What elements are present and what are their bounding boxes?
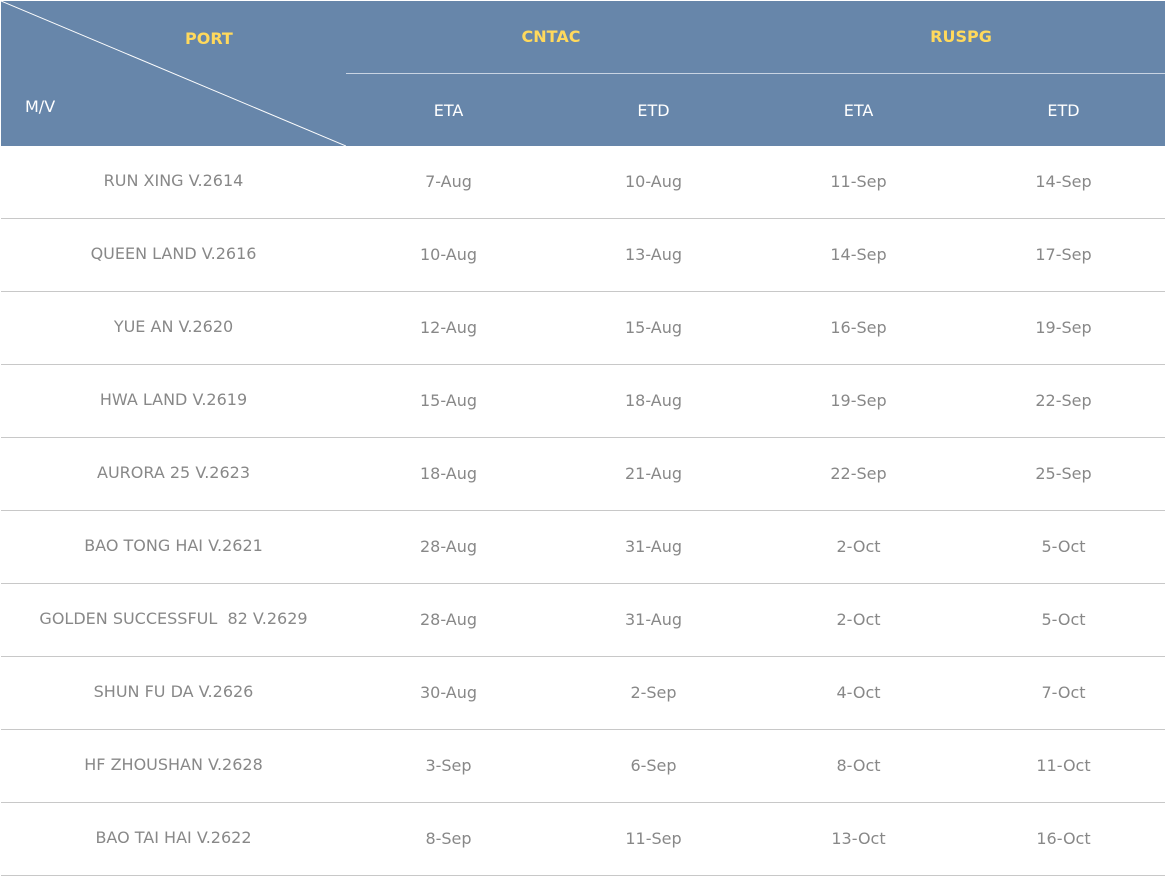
table-header: PORT M/V CNTAC RUSPG ETA ETD ETA ETD	[1, 1, 1165, 146]
vessel-name-cell: HF ZHOUSHAN V.2628	[84, 755, 263, 774]
vessel-name-cell: GOLDEN SUCCESSFUL 82 V.2629	[39, 609, 308, 628]
port-group-cntac: CNTAC	[521, 27, 581, 46]
ruspg-etd-cell: 16-Oct	[1036, 829, 1091, 848]
cntac-eta-cell: 7-Aug	[425, 172, 472, 191]
table-row: BAO TONG HAI V.2621 28-Aug 31-Aug 2-Oct 5-Oc…	[1, 511, 1165, 584]
cntac-etd-cell: 31-Aug	[624, 537, 683, 556]
cntac-etd-cell: 11-Sep	[625, 829, 682, 848]
ruspg-eta-cell: 8-Oct	[836, 756, 881, 775]
ruspg-eta-cell: 2-Oct	[836, 537, 881, 556]
cntac-etd-cell: 2-Sep	[630, 683, 677, 702]
table-row: YUE AN V.2620 12-Aug 15-Aug 16-Sep 19-Sep	[1, 292, 1165, 365]
ruspg-eta-cell: 13-Oct	[831, 829, 886, 848]
cntac-eta-cell: 30-Aug	[419, 683, 478, 702]
ruspg-etd-cell: 25-Sep	[1035, 464, 1092, 483]
header-divider	[346, 73, 1165, 74]
port-group-ruspg: RUSPG	[930, 27, 992, 46]
ruspg-etd-cell: 17-Sep	[1035, 245, 1092, 264]
ruspg-etd-cell: 7-Oct	[1041, 683, 1086, 702]
cntac-etd-cell: 31-Aug	[624, 610, 683, 629]
cntac-eta-cell: 12-Aug	[419, 318, 478, 337]
table-row: QUEEN LAND V.2616 10-Aug 13-Aug 14-Sep 17-Se…	[1, 219, 1165, 292]
cntac-etd-cell: 15-Aug	[624, 318, 683, 337]
vessel-header-label: M/V	[25, 97, 56, 116]
ruspg-eta-cell: 16-Sep	[830, 318, 887, 337]
ruspg-eta-cell: 22-Sep	[830, 464, 887, 483]
table-row: GOLDEN SUCCESSFUL 82 V.2629 28-Aug 31-Aug 2…	[1, 584, 1165, 657]
cntac-eta-cell: 10-Aug	[419, 245, 478, 264]
ruspg-eta-cell: 14-Sep	[830, 245, 887, 264]
column-header-ruspg-eta: ETA	[843, 101, 874, 120]
ruspg-eta-cell: 2-Oct	[836, 610, 881, 629]
table-body: RUN XING V.2614 7-Aug 10-Aug 11-Sep 14-Sep QU…	[1, 146, 1165, 876]
vessel-name-cell: BAO TAI HAI V.2622	[95, 828, 252, 847]
vessel-name-cell: QUEEN LAND V.2616	[90, 244, 257, 263]
ruspg-eta-cell: 4-Oct	[836, 683, 881, 702]
cntac-etd-cell: 10-Aug	[624, 172, 683, 191]
table-row: RUN XING V.2614 7-Aug 10-Aug 11-Sep 14-Sep	[1, 146, 1165, 219]
cntac-eta-cell: 28-Aug	[419, 537, 478, 556]
ruspg-etd-cell: 19-Sep	[1035, 318, 1092, 337]
cntac-eta-cell: 18-Aug	[419, 464, 478, 483]
column-header-ruspg-etd: ETD	[1047, 101, 1080, 120]
ruspg-eta-cell: 11-Sep	[830, 172, 887, 191]
table-row: AURORA 25 V.2623 18-Aug 21-Aug 22-Sep 25-Sep	[1, 438, 1165, 511]
vessel-name-cell: RUN XING V.2614	[103, 171, 244, 190]
diagonal-divider	[1, 1, 346, 146]
sailing-schedule-table: PORT M/V CNTAC RUSPG ETA ETD ETA ETD RUN…	[0, 0, 1166, 877]
port-header-label: PORT	[185, 29, 233, 48]
ruspg-etd-cell: 14-Sep	[1035, 172, 1092, 191]
cntac-etd-cell: 13-Aug	[624, 245, 683, 264]
column-header-cntac-eta: ETA	[433, 101, 464, 120]
vessel-name-cell: YUE AN V.2620	[113, 317, 234, 336]
column-header-cntac-etd: ETD	[637, 101, 670, 120]
ruspg-etd-cell: 22-Sep	[1035, 391, 1092, 410]
vessel-name-cell: SHUN FU DA V.2626	[93, 682, 254, 701]
table-row: HF ZHOUSHAN V.2628 3-Sep 6-Sep 8-Oct 11-Oct	[1, 730, 1165, 803]
vessel-name-cell: HWA LAND V.2619	[99, 390, 248, 409]
table-row: BAO TAI HAI V.2622 8-Sep 11-Sep 13-Oct 16-Oc…	[1, 803, 1165, 876]
ruspg-eta-cell: 19-Sep	[830, 391, 887, 410]
table-row: HWA LAND V.2619 15-Aug 18-Aug 19-Sep 22-Sep	[1, 365, 1165, 438]
cntac-etd-cell: 21-Aug	[624, 464, 683, 483]
table-row: SHUN FU DA V.2626 30-Aug 2-Sep 4-Oct 7-Oct	[1, 657, 1165, 730]
ruspg-etd-cell: 5-Oct	[1041, 537, 1086, 556]
cntac-eta-cell: 15-Aug	[419, 391, 478, 410]
vessel-name-cell: AURORA 25 V.2623	[97, 463, 250, 482]
vessel-name-cell: BAO TONG HAI V.2621	[84, 536, 263, 555]
cntac-eta-cell: 28-Aug	[419, 610, 478, 629]
cntac-etd-cell: 6-Sep	[630, 756, 677, 775]
ruspg-etd-cell: 11-Oct	[1036, 756, 1091, 775]
ruspg-etd-cell: 5-Oct	[1041, 610, 1086, 629]
cntac-etd-cell: 18-Aug	[624, 391, 683, 410]
cntac-eta-cell: 3-Sep	[425, 756, 472, 775]
cntac-eta-cell: 8-Sep	[425, 829, 472, 848]
